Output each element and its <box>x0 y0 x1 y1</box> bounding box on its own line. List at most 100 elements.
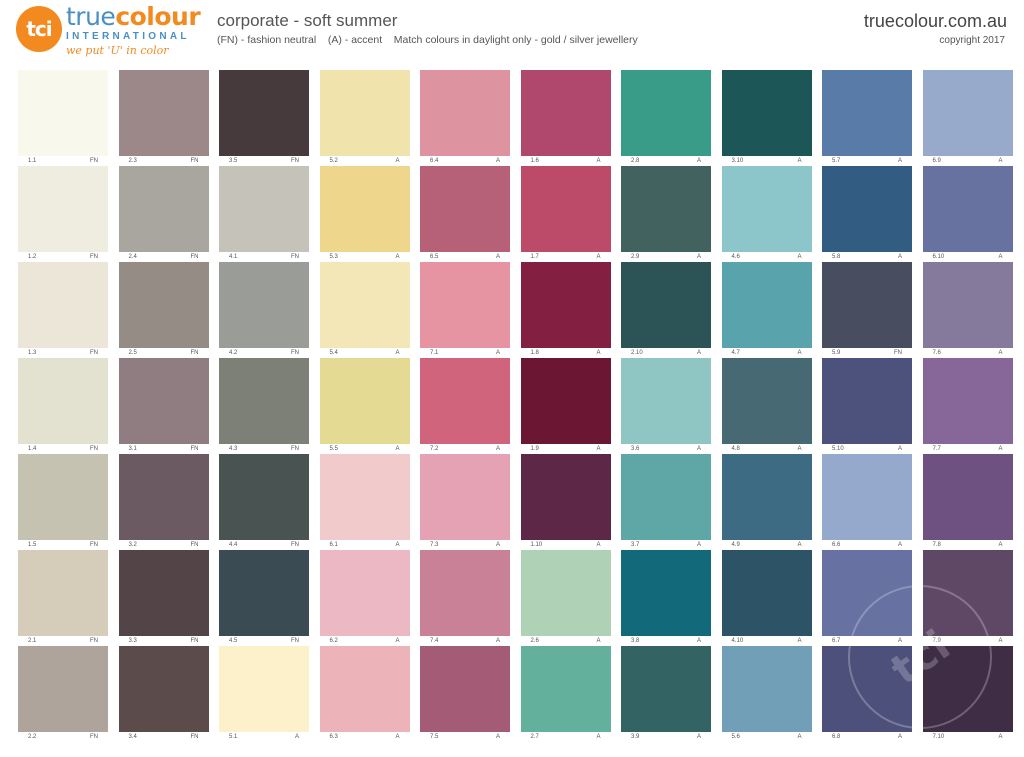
swatch-label: 2.7 A <box>521 732 611 742</box>
swatch-label: 6.6 A <box>822 540 912 550</box>
swatch-card: 7.8 A <box>922 454 1013 550</box>
swatch-card: 2.2 FN <box>18 646 108 742</box>
swatch-type: A <box>897 734 902 740</box>
colour-swatch <box>18 646 108 732</box>
colour-swatch <box>922 358 1013 444</box>
colour-swatch <box>420 646 510 732</box>
swatch-card: 1.1 FN <box>18 70 108 166</box>
swatch-type: A <box>395 350 400 356</box>
swatch-type: A <box>696 158 701 164</box>
swatch-card: 3.2 FN <box>118 454 209 550</box>
swatch-type: A <box>596 638 601 644</box>
swatch-label: 3.3 FN <box>119 636 209 646</box>
swatch-card: 7.7 A <box>922 358 1013 454</box>
swatch-card: 6.1 A <box>319 454 410 550</box>
colour-swatch <box>520 550 611 636</box>
swatch-label: 3.4 FN <box>119 732 209 742</box>
colour-swatch <box>721 358 812 444</box>
colour-swatch <box>319 454 410 540</box>
swatch-card: 4.3 FN <box>219 358 309 454</box>
swatch-label: 2.9 A <box>621 252 711 262</box>
swatch-label: 2.8 A <box>621 156 711 166</box>
swatch-type: A <box>998 158 1003 164</box>
swatch-label: 3.1 FN <box>119 444 209 454</box>
swatch-card: 5.1 A <box>219 646 309 742</box>
swatch-label: 7.8 A <box>923 540 1013 550</box>
swatch-type: A <box>696 254 701 260</box>
colour-swatch <box>118 262 209 348</box>
swatch-type: A <box>696 734 701 740</box>
swatch-type: A <box>998 254 1003 260</box>
swatch-label: 4.10 A <box>722 636 812 646</box>
swatch-card: 3.8 A <box>621 550 711 646</box>
swatch-code: 3.3 <box>128 638 137 644</box>
swatch-code: 6.10 <box>932 254 945 260</box>
swatch-type: A <box>998 638 1003 644</box>
colour-swatch <box>219 262 309 348</box>
swatch-type: A <box>998 542 1003 548</box>
swatch-code: 3.4 <box>128 734 137 740</box>
brand-subtitle: INTERNATIONAL <box>66 31 190 42</box>
swatch-code: 7.1 <box>430 350 439 356</box>
swatch-label: 3.6 A <box>621 444 711 454</box>
swatch-code: 3.9 <box>631 734 640 740</box>
colour-swatch <box>319 70 410 156</box>
colour-swatch <box>721 70 812 156</box>
swatch-label: 7.10 A <box>923 732 1013 742</box>
swatch-type: A <box>596 254 601 260</box>
swatch-label: 7.1 A <box>420 348 510 358</box>
swatch-label: 2.5 FN <box>119 348 209 358</box>
swatch-label: 1.6 A <box>521 156 611 166</box>
swatch-code: 5.1 <box>229 734 238 740</box>
website-link[interactable]: truecolour.com.au <box>864 11 1007 32</box>
swatch-label: 5.4 A <box>320 348 410 358</box>
swatch-card: 4.2 FN <box>219 262 309 358</box>
colour-swatch <box>219 358 309 444</box>
colour-swatch <box>621 358 711 444</box>
swatch-card: 7.9 A <box>922 550 1013 646</box>
swatch-label: 1.3 FN <box>18 348 108 358</box>
swatch-type: A <box>495 254 500 260</box>
swatch-label: 6.3 A <box>320 732 410 742</box>
swatch-card: 3.1 FN <box>118 358 209 454</box>
swatch-label: 4.2 FN <box>219 348 309 358</box>
colour-swatch <box>420 454 510 540</box>
swatch-label: 1.9 A <box>521 444 611 454</box>
swatch-card: 7.1 A <box>420 262 510 358</box>
colour-swatch <box>621 166 711 252</box>
swatch-card: 6.8 A <box>822 646 912 742</box>
swatch-code: 5.9 <box>832 350 841 356</box>
swatch-code: 2.3 <box>128 158 137 164</box>
swatch-card: 5.6 A <box>721 646 812 742</box>
swatch-card: 1.9 A <box>520 358 611 454</box>
page-subtitle: (FN) - fashion neutral (A) - accent Matc… <box>217 34 638 46</box>
swatch-type: A <box>495 542 500 548</box>
swatch-code: 5.4 <box>329 350 338 356</box>
swatch-card: 5.7 A <box>822 70 912 166</box>
swatch-type: A <box>797 254 802 260</box>
swatch-type: A <box>696 446 701 452</box>
swatch-card: 6.5 A <box>420 166 510 262</box>
swatch-code: 4.1 <box>229 254 238 260</box>
swatch-type: FN <box>90 446 98 452</box>
swatch-code: 5.6 <box>731 734 740 740</box>
swatch-card: 5.4 A <box>319 262 410 358</box>
swatch-label: 2.2 FN <box>18 732 108 742</box>
swatch-card: 7.10 A <box>922 646 1013 742</box>
swatch-label: 3.8 A <box>621 636 711 646</box>
swatch-card: 6.6 A <box>822 454 912 550</box>
colour-swatch <box>520 70 611 156</box>
swatch-card: 5.3 A <box>319 166 410 262</box>
colour-swatch <box>922 646 1013 732</box>
swatch-card: 5.2 A <box>319 70 410 166</box>
colour-swatch <box>420 358 510 444</box>
swatch-code: 5.5 <box>329 446 338 452</box>
swatch-label: 2.6 A <box>521 636 611 646</box>
swatch-code: 1.10 <box>530 542 543 548</box>
swatch-type: FN <box>291 542 299 548</box>
swatch-type: A <box>998 446 1003 452</box>
swatch-code: 6.7 <box>832 638 841 644</box>
swatch-card: 3.4 FN <box>118 646 209 742</box>
swatch-label: 5.2 A <box>320 156 410 166</box>
swatch-code: 2.5 <box>128 350 137 356</box>
